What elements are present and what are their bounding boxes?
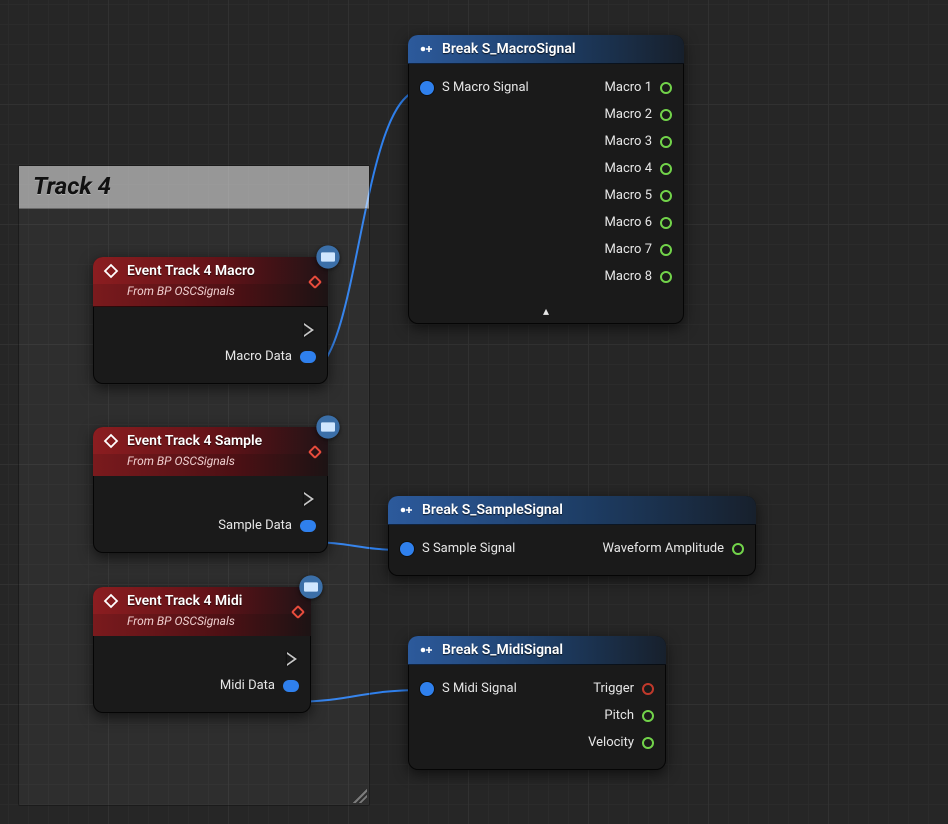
pin-label: Macro 3 [605, 134, 652, 149]
pin-label: Sample Data [218, 518, 292, 533]
node-header[interactable]: Event Track 4 Macro [93, 257, 328, 286]
struct-input-pin[interactable] [400, 542, 414, 556]
float-output-pin[interactable] [732, 543, 744, 555]
break-struct-icon [418, 41, 434, 57]
break-node-macro[interactable]: Break S_MacroSignal S Macro Signal Macro… [408, 35, 684, 324]
event-node-sample[interactable]: Event Track 4 Sample From BP OSCSignals … [93, 427, 328, 553]
node-header[interactable]: Break S_MacroSignal [408, 35, 684, 64]
float-output-pin[interactable] [660, 271, 672, 283]
float-output-pin[interactable] [660, 217, 672, 229]
pin-label: Pitch [604, 708, 634, 723]
node-title: Break S_MidiSignal [442, 642, 563, 658]
float-output-pin[interactable] [642, 710, 654, 722]
node-subtitle: From BP OSCSignals [93, 454, 328, 476]
pin-label: Macro 1 [605, 80, 652, 95]
pin-label: Macro 8 [605, 269, 652, 284]
struct-input-pin[interactable] [420, 81, 434, 95]
breakpoint-badge[interactable] [314, 413, 342, 441]
break-node-midi[interactable]: Break S_MidiSignal S Midi Signal Trigger… [408, 636, 666, 770]
float-output-pin[interactable] [660, 244, 672, 256]
pin-label: Velocity [588, 735, 634, 750]
pin-label: Midi Data [220, 678, 275, 693]
float-output-pin[interactable] [642, 737, 654, 749]
node-subtitle: From BP OSCSignals [93, 614, 311, 636]
pin-label: S Macro Signal [442, 80, 529, 95]
breakpoint-badge[interactable] [297, 573, 325, 601]
exec-output-pin[interactable] [304, 492, 316, 506]
pin-label: Macro 6 [605, 215, 652, 230]
pin-label: Macro 2 [605, 107, 652, 122]
node-header[interactable]: Break S_SampleSignal [388, 496, 756, 525]
resize-handle-icon[interactable] [353, 789, 367, 803]
event-icon [103, 433, 119, 449]
node-subtitle: From BP OSCSignals [93, 284, 328, 307]
float-output-pin[interactable] [660, 82, 672, 94]
exec-output-pin[interactable] [287, 652, 299, 666]
exec-output-pin[interactable] [304, 323, 316, 337]
event-node-midi[interactable]: Event Track 4 Midi From BP OSCSignals Mi… [93, 587, 311, 713]
float-output-pin[interactable] [660, 136, 672, 148]
pin-label: S Midi Signal [442, 681, 517, 696]
event-icon [103, 263, 119, 279]
struct-output-pin[interactable] [300, 520, 316, 532]
float-output-pin[interactable] [660, 190, 672, 202]
struct-output-pin[interactable] [283, 680, 299, 692]
float-output-pin[interactable] [660, 109, 672, 121]
struct-input-pin[interactable] [420, 682, 434, 696]
break-node-sample[interactable]: Break S_SampleSignal S Sample Signal Wav… [388, 496, 756, 576]
pin-label: Macro 7 [605, 242, 652, 257]
pin-label: Macro 4 [605, 161, 652, 176]
node-title: Break S_SampleSignal [422, 502, 563, 518]
pin-label: Macro Data [225, 349, 292, 364]
pin-label: Trigger [593, 681, 634, 696]
node-title: Event Track 4 Macro [127, 263, 255, 279]
node-header[interactable]: Event Track 4 Midi [93, 587, 311, 616]
break-struct-icon [398, 502, 414, 518]
node-header[interactable]: Break S_MidiSignal [408, 636, 666, 665]
node-title: Event Track 4 Midi [127, 593, 242, 609]
pin-label: Waveform Amplitude [602, 541, 724, 556]
float-output-pin[interactable] [660, 163, 672, 175]
bool-output-pin[interactable] [642, 683, 654, 695]
comment-title[interactable]: Track 4 [19, 166, 369, 209]
break-struct-icon [418, 642, 434, 658]
chevron-up-icon[interactable]: ▴ [408, 304, 684, 324]
pin-label: Macro 5 [605, 188, 652, 203]
pin-label: S Sample Signal [422, 541, 515, 556]
node-header[interactable]: Event Track 4 Sample [93, 427, 328, 456]
node-title: Event Track 4 Sample [127, 433, 262, 449]
breakpoint-badge[interactable] [314, 243, 342, 271]
struct-output-pin[interactable] [300, 351, 316, 363]
event-icon [103, 593, 119, 609]
node-title: Break S_MacroSignal [442, 41, 575, 57]
event-node-macro[interactable]: Event Track 4 Macro From BP OSCSignals M… [93, 257, 328, 384]
